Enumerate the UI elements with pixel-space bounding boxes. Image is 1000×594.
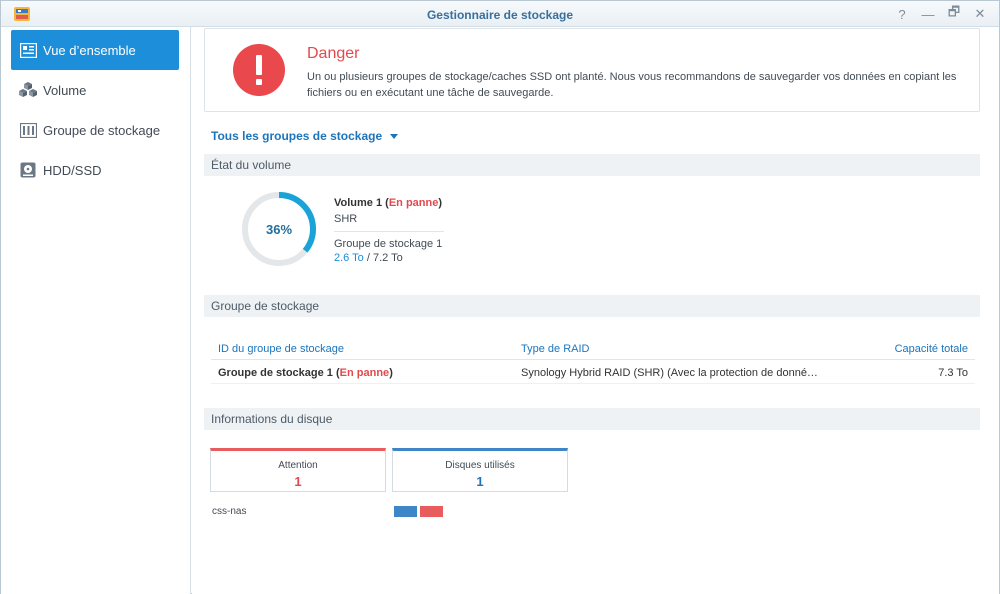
sidebar-item-label: Volume (43, 82, 87, 98)
window-title: Gestionnaire de stockage (426, 8, 574, 22)
volume-name-text: Volume 1 (334, 197, 383, 209)
volume-icon (19, 81, 37, 99)
alert-message: Un ou plusieurs groupes de stockage/cach… (307, 71, 957, 99)
used-disks-label: Disques utilisés (445, 460, 515, 471)
sidebar-item-label: Vue d’ensemble (43, 42, 136, 58)
disk-slot-failed[interactable] (420, 506, 443, 517)
volume-status: En panne (388, 197, 439, 209)
volume-capacity: 2.6 To / 7.2 To (334, 252, 403, 264)
volume-total: 7.2 To (372, 252, 403, 264)
attention-count: 1 (294, 474, 302, 489)
volume-usage-percent: 36% (265, 222, 293, 237)
table-row[interactable]: Groupe de stockage 1 (En panne) Synology… (211, 360, 975, 384)
column-header-raid-type[interactable]: Type de RAID (521, 343, 821, 355)
used-disks-count: 1 (476, 474, 484, 489)
pool-raid-cell: Synology Hybrid RAID (SHR) (Avec la prot… (521, 367, 818, 379)
filter-label: Tous les groupes de stockage (211, 129, 383, 143)
disk-info-header: Informations du disque (204, 408, 980, 430)
sidebar-item-hdd-ssd[interactable]: HDD/SSD (11, 150, 179, 190)
sidebar-item-label: HDD/SSD (43, 162, 102, 178)
pool-table-header: ID du groupe de stockage Type de RAID Ca… (211, 336, 975, 360)
sidebar-item-label: Groupe de stockage (43, 122, 161, 138)
hdd-icon (19, 161, 37, 179)
sidebar-item-overview[interactable]: Vue d’ensemble (11, 30, 179, 70)
pool-capacity-cell: 7.3 To (938, 367, 968, 379)
title-bar[interactable]: Gestionnaire de stockage ? — 🗗 ✕ (1, 1, 999, 27)
volume-pool-name: Groupe de stockage 1 (334, 238, 443, 250)
volume-name[interactable]: Volume 1 (En panne) (334, 197, 442, 209)
pool-name: Groupe de stockage 1 (218, 367, 333, 379)
help-icon[interactable]: ? (893, 5, 911, 23)
window-controls: ? — 🗗 ✕ (893, 4, 989, 23)
danger-icon (233, 44, 285, 96)
close-icon[interactable]: ✕ (971, 5, 989, 23)
disk-slot-normal[interactable] (394, 506, 417, 517)
volume-status-header: État du volume (204, 154, 980, 176)
volume-divider (334, 231, 444, 232)
nas-host-name: css-nas (212, 506, 247, 517)
alert-title: Danger (307, 45, 360, 62)
sidebar-item-storage-pool[interactable]: Groupe de stockage (11, 110, 179, 150)
sidebar-item-volume[interactable]: Volume (11, 70, 179, 110)
column-header-total-capacity[interactable]: Capacité totale (848, 343, 968, 355)
chevron-down-icon (390, 133, 399, 139)
pool-status: En panne (339, 367, 390, 379)
column-header-pool-id[interactable]: ID du groupe de stockage (218, 343, 498, 355)
volume-raid-type: SHR (334, 213, 358, 225)
storage-pool-filter-dropdown[interactable]: Tous les groupes de stockage (211, 129, 399, 143)
danger-alert: Danger Un ou plusieurs groupes de stocka… (204, 28, 980, 112)
main-content: Danger Un ou plusieurs groupes de stocka… (192, 27, 999, 594)
overview-icon (19, 41, 37, 59)
minimize-icon[interactable]: — (919, 5, 937, 23)
attention-label: Attention (278, 460, 318, 471)
restore-icon[interactable]: 🗗 (945, 4, 963, 23)
storage-pool-icon (19, 121, 37, 139)
attention-card[interactable]: Attention 1 (210, 448, 386, 492)
volume-used: 2.6 To (334, 252, 364, 264)
storage-manager-window: Gestionnaire de stockage ? — 🗗 ✕ Vue d’e… (0, 0, 1000, 594)
storage-pool-header: Groupe de stockage (204, 295, 980, 317)
sidebar: Vue d’ensemble Volume Groupe de stockage… (1, 27, 191, 594)
used-disks-card[interactable]: Disques utilisés 1 (392, 448, 568, 492)
pool-name-cell: Groupe de stockage 1 (En panne) (218, 367, 393, 379)
